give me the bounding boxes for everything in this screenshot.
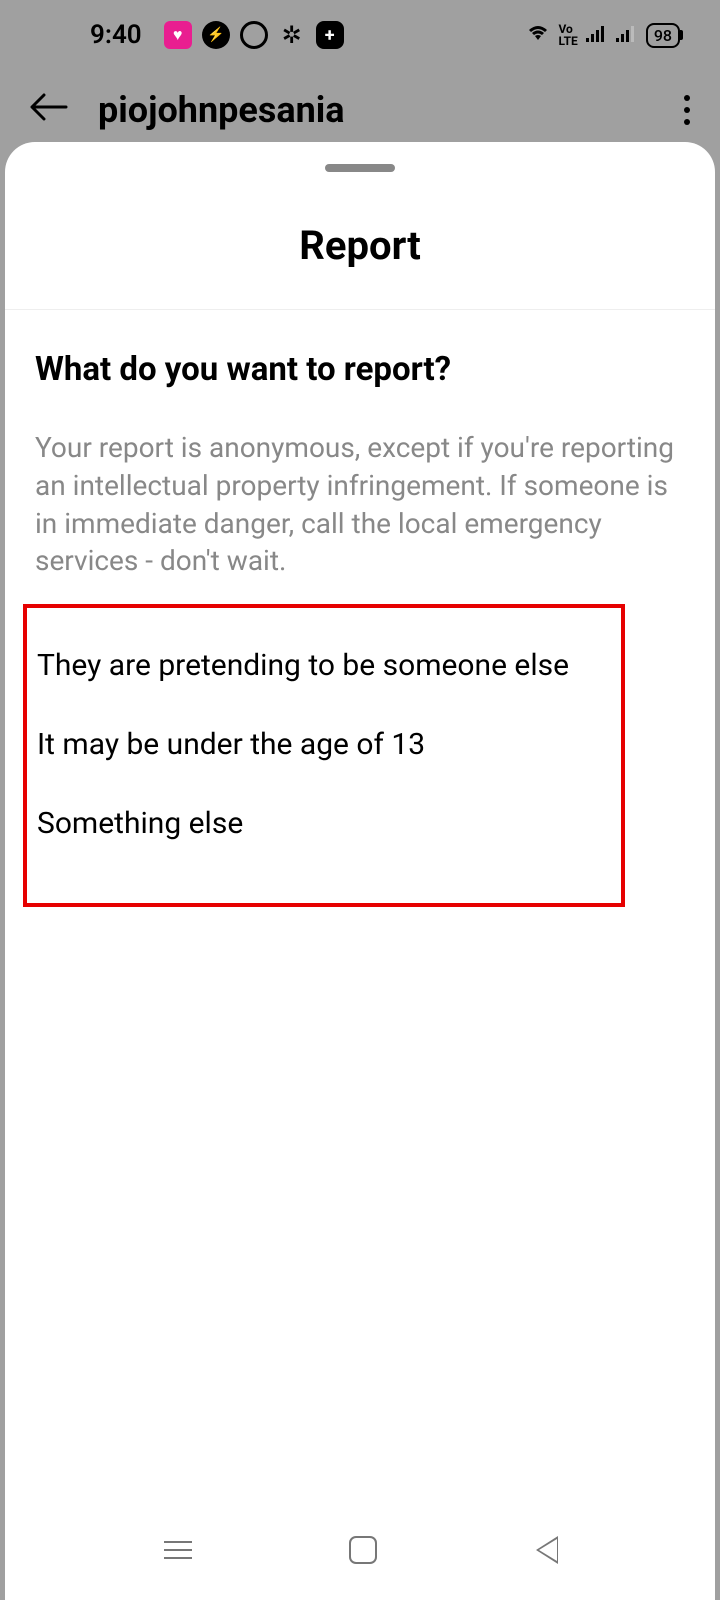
messenger-icon: ⚡ <box>202 21 230 49</box>
profile-username[interactable]: piojohnpesania <box>98 89 345 131</box>
drag-handle[interactable] <box>325 164 395 172</box>
battery-indicator: 98 <box>646 23 680 48</box>
spiral-icon: ✲ <box>278 21 306 49</box>
status-left: 9:40 ♥ ⚡ ✲ + <box>90 20 344 50</box>
system-nav-bar <box>5 1510 715 1590</box>
status-time: 9:40 <box>90 20 142 50</box>
wifi-icon <box>526 22 550 48</box>
report-disclaimer: Your report is anonymous, except if you'… <box>35 429 685 580</box>
report-sheet: Report What do you want to report? Your … <box>5 142 715 1600</box>
sheet-body: What do you want to report? Your report … <box>5 310 715 907</box>
app-header: piojohnpesania <box>0 70 720 150</box>
status-right: VoLTE 98 <box>526 22 680 48</box>
report-option-under-13[interactable]: It may be under the age of 13 <box>37 705 611 784</box>
opera-icon <box>240 21 268 49</box>
more-options-icon[interactable] <box>684 95 690 125</box>
home-icon[interactable] <box>349 1536 377 1564</box>
lazada-icon: ♥ <box>164 21 192 49</box>
plus-icon: + <box>316 21 344 49</box>
report-options-highlight: They are pretending to be someone else I… <box>23 604 625 907</box>
recent-apps-icon[interactable] <box>164 1541 192 1559</box>
report-option-pretending[interactable]: They are pretending to be someone else <box>37 626 611 705</box>
report-question: What do you want to report? <box>35 350 685 389</box>
back-arrow-icon[interactable] <box>30 89 68 131</box>
report-option-something-else[interactable]: Something else <box>37 784 611 863</box>
signal-icon-1 <box>586 23 608 47</box>
status-bar: 9:40 ♥ ⚡ ✲ + VoLTE 98 <box>0 0 720 70</box>
back-nav-icon[interactable] <box>534 1536 556 1564</box>
sheet-title: Report <box>5 222 715 310</box>
signal-icon-2 <box>616 23 638 47</box>
volte-icon: VoLTE <box>558 23 577 47</box>
